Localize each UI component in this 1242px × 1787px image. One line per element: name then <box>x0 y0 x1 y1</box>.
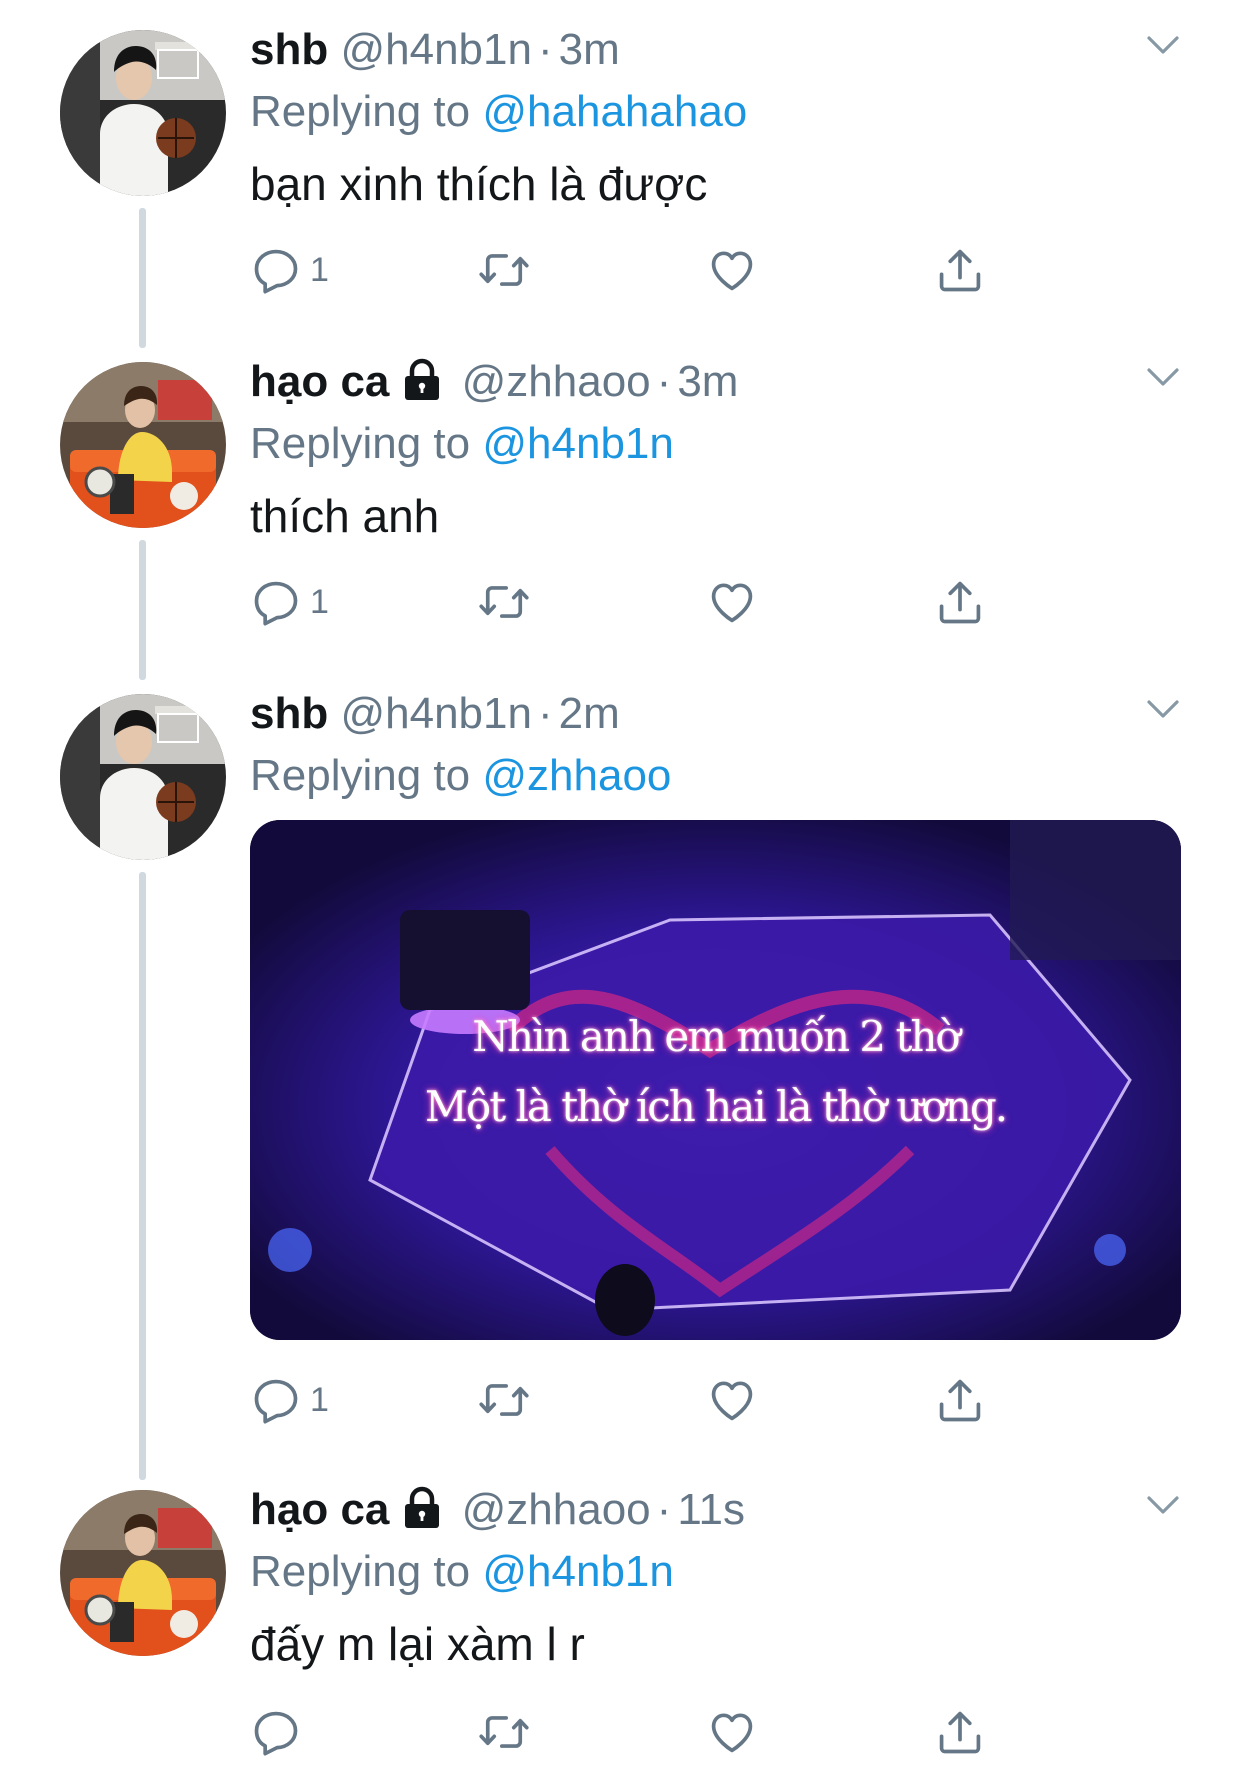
mention-link[interactable]: @zhhaoo <box>482 751 671 800</box>
chevron-down-icon[interactable] <box>1143 694 1183 724</box>
mention-link[interactable]: @hahahahao <box>482 87 747 136</box>
share-icon <box>934 576 986 628</box>
replying-prefix: Replying to <box>250 751 471 800</box>
display-name[interactable]: hạo ca <box>250 357 389 406</box>
replying-to: Replying to @h4nb1n <box>250 1536 674 1608</box>
like-button[interactable] <box>706 1700 758 1764</box>
reply-icon <box>250 244 302 296</box>
action-bar: 1 <box>250 1368 1010 1432</box>
media-background <box>250 820 1181 1340</box>
replying-to: Replying to @zhhaoo <box>250 740 671 812</box>
like-icon <box>706 576 758 628</box>
share-button[interactable] <box>934 1368 986 1432</box>
handle[interactable]: @zhhaoo <box>462 357 651 406</box>
timestamp[interactable]: 11s <box>677 1485 745 1534</box>
replying-to: Replying to @hahahahao <box>250 76 747 148</box>
display-name[interactable]: hạo ca <box>250 1485 389 1534</box>
like-icon <box>706 1374 758 1426</box>
thread-line <box>139 872 146 1480</box>
replying-prefix: Replying to <box>250 87 471 136</box>
retweet-button[interactable] <box>478 1368 530 1432</box>
timestamp[interactable]: 3m <box>559 25 620 74</box>
reply-icon <box>250 1706 302 1758</box>
lock-icon <box>399 358 445 402</box>
tweet-text: đấy m lại xàm l r <box>250 1618 585 1670</box>
mention-link[interactable]: @h4nb1n <box>482 419 674 468</box>
separator-dot: · <box>537 689 553 738</box>
like-button[interactable] <box>706 1368 758 1432</box>
display-name[interactable]: shb <box>250 25 328 74</box>
reply-button[interactable]: 1 <box>250 1368 329 1432</box>
retweet-button[interactable] <box>478 1700 530 1764</box>
share-button[interactable] <box>934 570 986 634</box>
like-icon <box>706 1706 758 1758</box>
share-icon <box>934 244 986 296</box>
like-button[interactable] <box>706 570 758 634</box>
handle[interactable]: @h4nb1n <box>340 25 532 74</box>
media-caption-line-2: Một là thờ ích hai là thờ ương. <box>424 1082 1008 1131</box>
retweet-icon <box>478 1374 530 1426</box>
timestamp[interactable]: 3m <box>677 357 738 406</box>
reply-button[interactable]: 1 <box>250 238 329 302</box>
chevron-down-icon[interactable] <box>1143 362 1183 392</box>
reply-button[interactable] <box>250 1700 310 1764</box>
reply-count: 1 <box>310 1380 329 1419</box>
like-icon <box>706 244 758 296</box>
replying-to: Replying to @h4nb1n <box>250 408 674 480</box>
like-button[interactable] <box>706 238 758 302</box>
separator-dot: · <box>537 25 553 74</box>
thread-line <box>139 540 146 680</box>
reply-button[interactable]: 1 <box>250 570 329 634</box>
retweet-button[interactable] <box>478 238 530 302</box>
avatar[interactable] <box>60 1490 226 1656</box>
replying-prefix: Replying to <box>250 1547 471 1596</box>
tweet-text: thích anh <box>250 490 440 542</box>
reply-icon <box>250 1374 302 1426</box>
action-bar <box>250 1700 1010 1764</box>
avatar[interactable] <box>60 30 226 196</box>
timestamp[interactable]: 2m <box>559 689 620 738</box>
share-icon <box>934 1374 986 1426</box>
retweet-icon <box>478 244 530 296</box>
handle[interactable]: @h4nb1n <box>340 689 532 738</box>
share-icon <box>934 1706 986 1758</box>
tweet-media-image[interactable]: Nhìn anh em muốn 2 thờ Một là thờ ích ha… <box>250 820 1181 1340</box>
retweet-icon <box>478 576 530 628</box>
chevron-down-icon[interactable] <box>1143 30 1183 60</box>
chevron-down-icon[interactable] <box>1143 1490 1183 1520</box>
thread-line <box>139 208 146 348</box>
reply-count: 1 <box>310 582 329 621</box>
action-bar: 1 <box>250 570 1010 634</box>
share-button[interactable] <box>934 238 986 302</box>
reply-icon <box>250 576 302 628</box>
share-button[interactable] <box>934 1700 986 1764</box>
media-caption-line-1: Nhìn anh em muốn 2 thờ <box>472 1012 960 1061</box>
action-bar: 1 <box>250 238 1010 302</box>
mention-link[interactable]: @h4nb1n <box>482 1547 674 1596</box>
handle[interactable]: @zhhaoo <box>462 1485 651 1534</box>
avatar[interactable] <box>60 694 226 860</box>
retweet-icon <box>478 1706 530 1758</box>
reply-count: 1 <box>310 250 329 289</box>
separator-dot: · <box>656 357 672 406</box>
lock-icon <box>399 1486 445 1530</box>
separator-dot: · <box>656 1485 672 1534</box>
avatar[interactable] <box>60 362 226 528</box>
tweet-text: bạn xinh thích là được <box>250 158 708 210</box>
display-name[interactable]: shb <box>250 689 328 738</box>
retweet-button[interactable] <box>478 570 530 634</box>
replying-prefix: Replying to <box>250 419 471 468</box>
